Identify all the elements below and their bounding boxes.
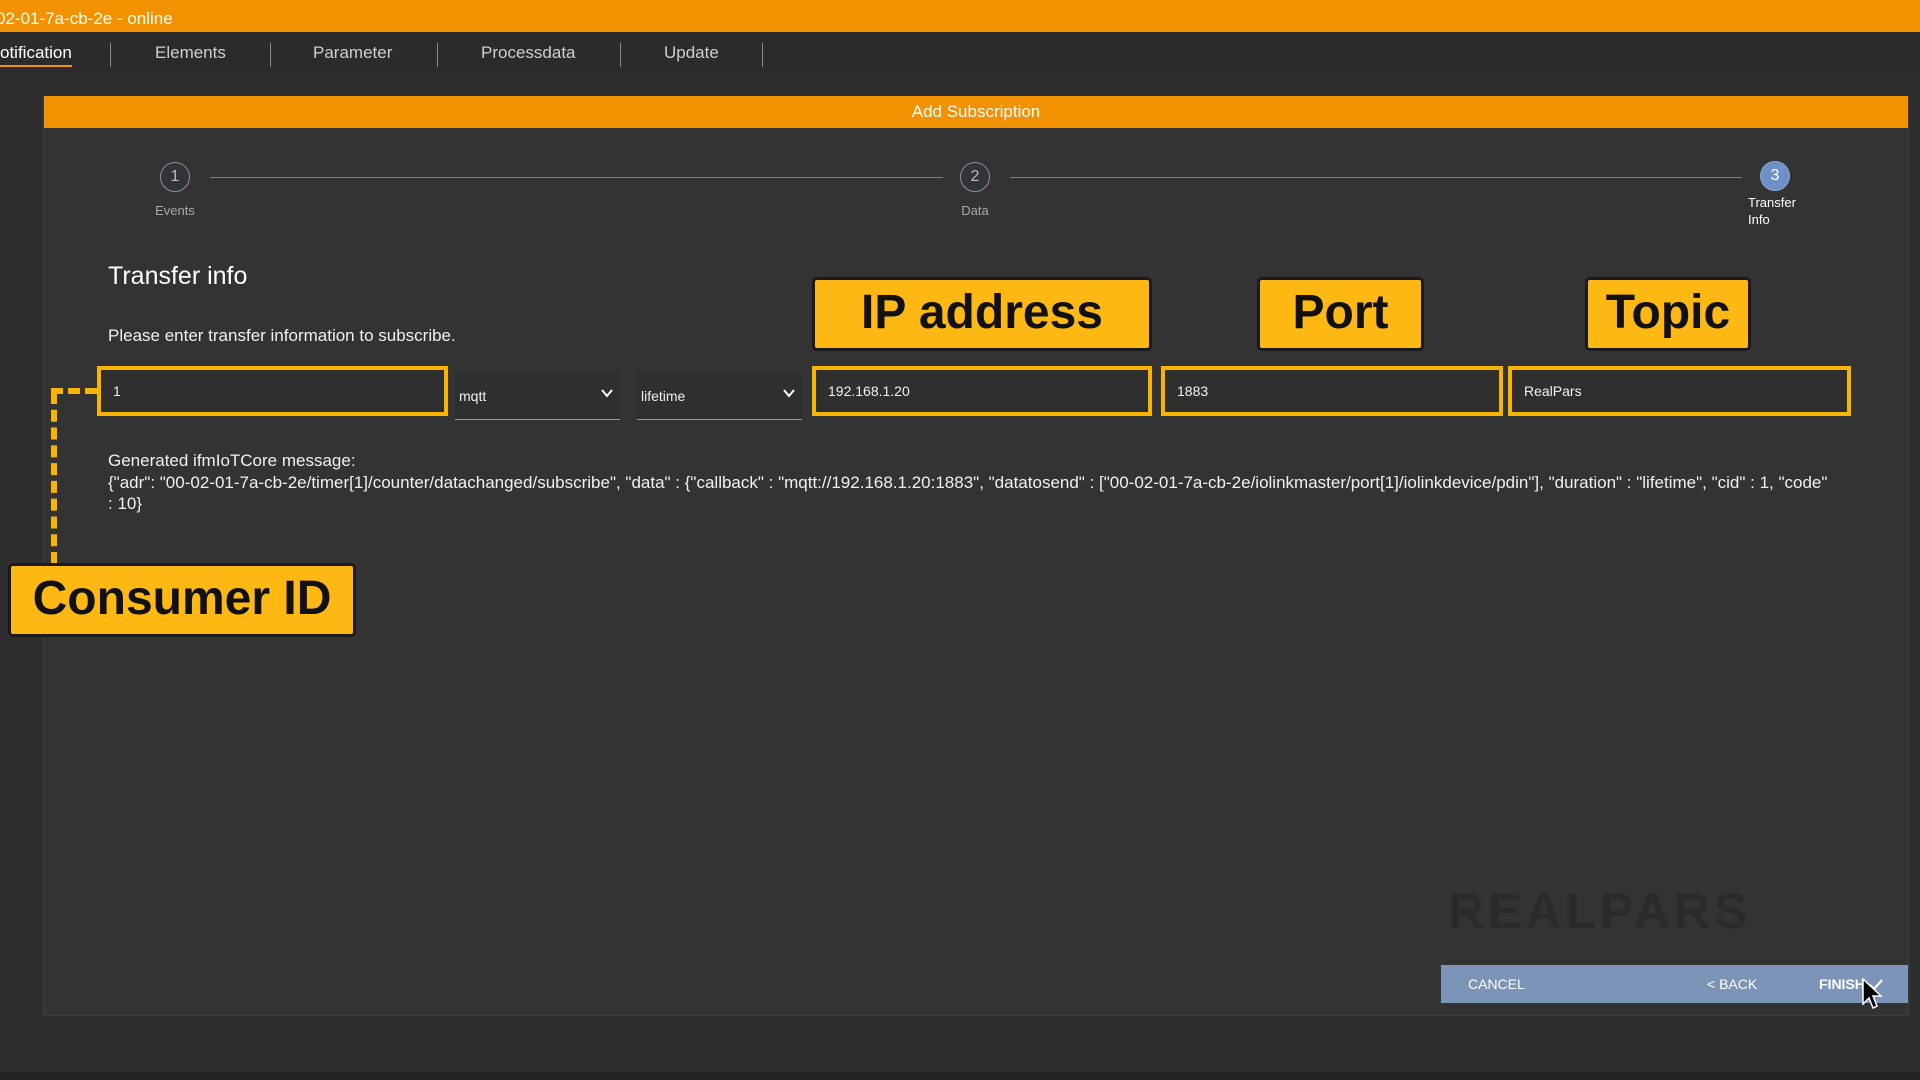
tab-divider bbox=[110, 43, 111, 67]
tab-update[interactable]: Update bbox=[664, 43, 719, 63]
dialog-header: Add Subscription bbox=[44, 96, 1908, 128]
step-data-circle[interactable]: 2 bbox=[960, 162, 990, 192]
tab-notification[interactable]: otification bbox=[0, 43, 72, 67]
protocol-select[interactable]: mqtt bbox=[455, 372, 620, 420]
tab-processdata[interactable]: Processdata bbox=[481, 43, 576, 63]
port-callout: Port bbox=[1257, 277, 1424, 351]
callout-connector bbox=[51, 388, 97, 394]
step-events-label: Events bbox=[155, 203, 195, 218]
generated-message: {"adr": "00-02-01-7a-cb-2e/timer[1]/coun… bbox=[108, 473, 1828, 513]
window-title: 02-01-7a-cb-2e - online bbox=[0, 9, 173, 28]
step-events-circle[interactable]: 1 bbox=[160, 162, 190, 192]
stepper-line bbox=[1010, 177, 1742, 178]
back-button[interactable]: < BACK bbox=[1707, 976, 1757, 992]
bottom-strip bbox=[0, 1072, 1920, 1080]
step-transfer-info-label-line1: Transfer bbox=[1748, 195, 1796, 210]
generated-message-label: Generated ifmIoTCore message: bbox=[108, 451, 356, 470]
add-subscription-dialog bbox=[43, 96, 1909, 1016]
ip-address-field bbox=[812, 366, 1152, 416]
title-bar: 02-01-7a-cb-2e - online bbox=[0, 0, 1920, 32]
realpars-watermark-logo: REALPARS bbox=[1448, 883, 1752, 939]
ip-address-input[interactable] bbox=[816, 370, 1148, 412]
duration-select-value: lifetime bbox=[641, 388, 686, 404]
tab-divider bbox=[437, 43, 438, 67]
tab-bar: otification Elements Parameter Processda… bbox=[0, 32, 1920, 74]
tab-divider bbox=[620, 43, 621, 67]
chevron-down-icon bbox=[783, 389, 795, 398]
port-input[interactable] bbox=[1165, 370, 1499, 412]
step-transfer-info-label: Transfer Info bbox=[1748, 194, 1796, 228]
finish-button-label: FINISH bbox=[1819, 976, 1865, 992]
consumer-id-input[interactable] bbox=[101, 370, 444, 412]
topic-field bbox=[1508, 366, 1851, 416]
tab-divider bbox=[762, 43, 763, 67]
chevron-down-icon bbox=[601, 389, 613, 398]
cancel-button[interactable]: CANCEL bbox=[1468, 976, 1525, 992]
tab-elements[interactable]: Elements bbox=[155, 43, 226, 63]
mouse-cursor-icon bbox=[1862, 978, 1883, 1010]
stepper-line bbox=[210, 177, 943, 178]
ip-address-callout: IP address bbox=[812, 277, 1152, 351]
consumer-id-callout: Consumer ID bbox=[8, 563, 356, 637]
topic-input[interactable] bbox=[1512, 370, 1847, 412]
step-data-label: Data bbox=[961, 203, 989, 218]
section-title: Transfer info bbox=[108, 262, 248, 290]
topic-callout: Topic bbox=[1585, 277, 1751, 351]
protocol-select-value: mqtt bbox=[459, 388, 487, 404]
step-transfer-info-label-line2: Info bbox=[1748, 212, 1770, 227]
duration-select[interactable]: lifetime bbox=[637, 372, 802, 420]
dialog-footer: CANCEL < BACK FINISH bbox=[1441, 965, 1908, 1003]
step-transfer-info-circle[interactable]: 3 bbox=[1760, 161, 1790, 191]
instruction-text: Please enter transfer information to sub… bbox=[108, 326, 456, 345]
tab-parameter[interactable]: Parameter bbox=[313, 43, 392, 63]
port-field bbox=[1161, 366, 1503, 416]
callout-connector bbox=[51, 392, 57, 564]
tab-divider bbox=[270, 43, 271, 67]
consumer-id-field bbox=[97, 366, 448, 416]
